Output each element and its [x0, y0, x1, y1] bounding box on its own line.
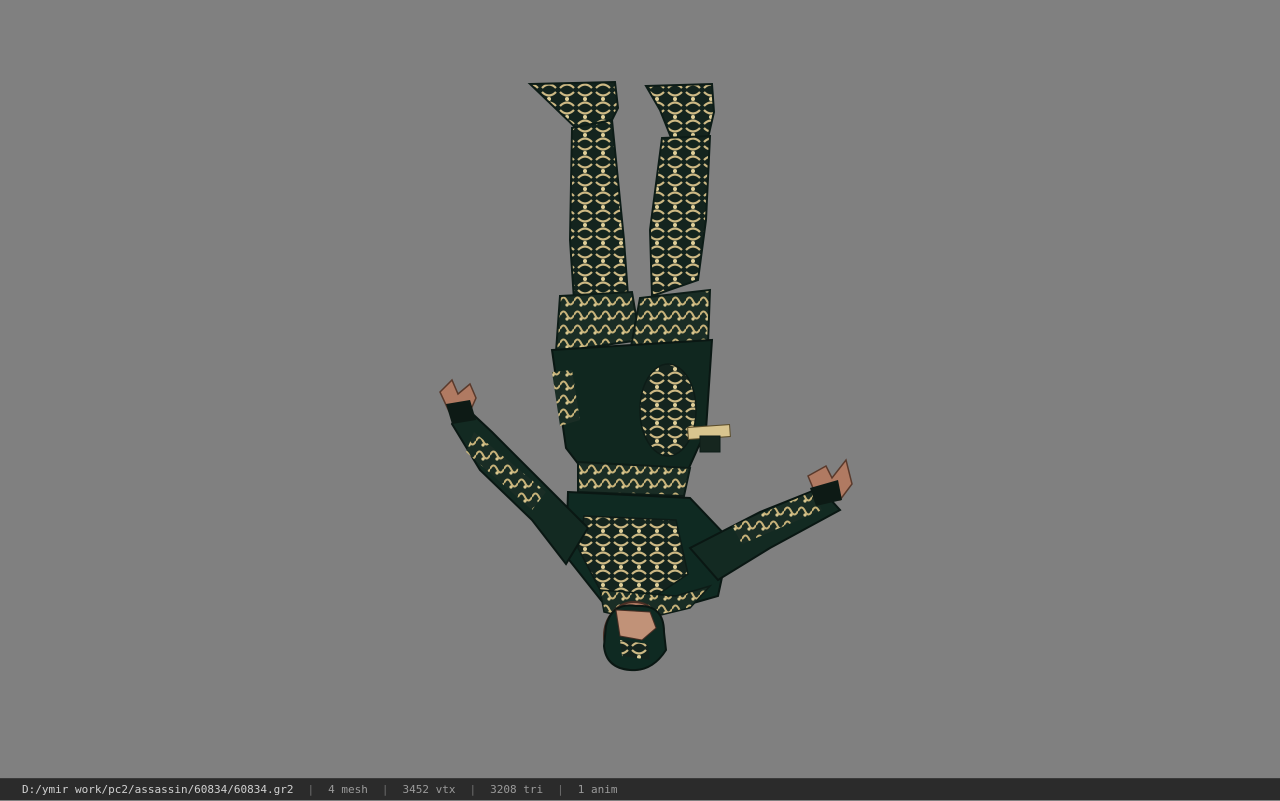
belt: [577, 460, 692, 498]
right-leg: [628, 82, 716, 354]
animation-count: 1 anim: [577, 783, 618, 796]
separator: |: [469, 783, 477, 796]
vertex-count: 3452 vtx: [402, 783, 456, 796]
pants: [550, 338, 731, 476]
file-path: D:/ymir work/pc2/assassin/60834/60834.gr…: [22, 783, 294, 796]
head: [602, 601, 668, 672]
right-arm: [688, 458, 853, 582]
3d-viewport[interactable]: [0, 0, 1280, 778]
left-leg: [527, 80, 642, 354]
separator: |: [381, 783, 389, 796]
triangle-count: 3208 tri: [490, 783, 544, 796]
separator: |: [557, 783, 564, 796]
status-bar: D:/ymir work/pc2/assassin/60834/60834.gr…: [0, 778, 1280, 800]
character-model[interactable]: [0, 0, 1280, 778]
separator: |: [307, 783, 315, 796]
mesh-count: 4 mesh: [328, 783, 368, 796]
